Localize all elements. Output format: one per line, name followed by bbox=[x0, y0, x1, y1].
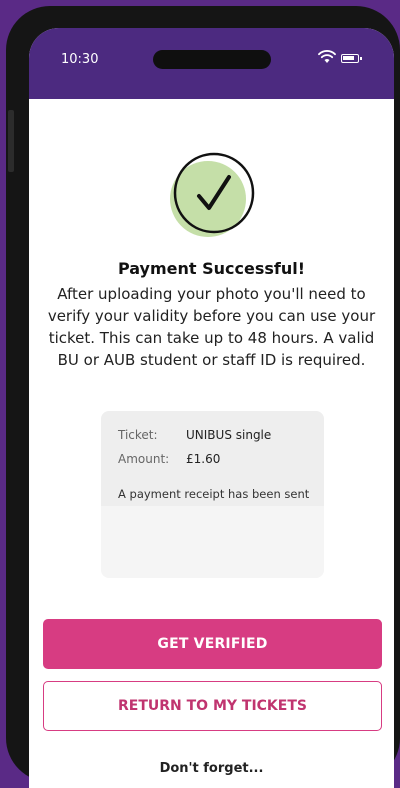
status-time: 10:30 bbox=[61, 52, 99, 67]
battery-icon bbox=[341, 54, 362, 63]
ticket-row: Ticket: UNIBUS single bbox=[118, 428, 271, 442]
check-circle-icon bbox=[170, 152, 255, 237]
receipt-note: A payment receipt has been sent bbox=[118, 487, 310, 501]
app-screen: 10:30 Payment Successful! After uploadin… bbox=[29, 28, 394, 788]
amount-row: Amount: £1.60 bbox=[118, 452, 220, 466]
success-message: After uploading your photo you'll need t… bbox=[47, 285, 376, 369]
receipt-details: Ticket: UNIBUS single Amount: £1.60 A paym… bbox=[101, 411, 324, 506]
side-button bbox=[8, 110, 14, 172]
ticket-label: Ticket: bbox=[118, 428, 158, 442]
success-title: Payment Successful! bbox=[117, 259, 306, 278]
receipt-card: Ticket: UNIBUS single Amount: £1.60 A paym… bbox=[101, 411, 324, 578]
amount-value: £1.60 bbox=[186, 452, 221, 466]
status-bar: 10:30 bbox=[29, 28, 394, 99]
camera-notch bbox=[153, 50, 271, 69]
ticket-value: UNIBUS single bbox=[186, 428, 272, 442]
phone-frame: 10:30 Payment Successful! After uploadin… bbox=[6, 6, 400, 788]
return-to-tickets-button[interactable]: RETURN TO MY TICKETS bbox=[43, 681, 382, 731]
amount-label: Amount: bbox=[118, 452, 170, 466]
wifi-icon bbox=[318, 50, 336, 63]
get-verified-button[interactable]: GET VERIFIED bbox=[43, 619, 382, 669]
dont-forget-heading: Don't forget... bbox=[159, 761, 264, 776]
